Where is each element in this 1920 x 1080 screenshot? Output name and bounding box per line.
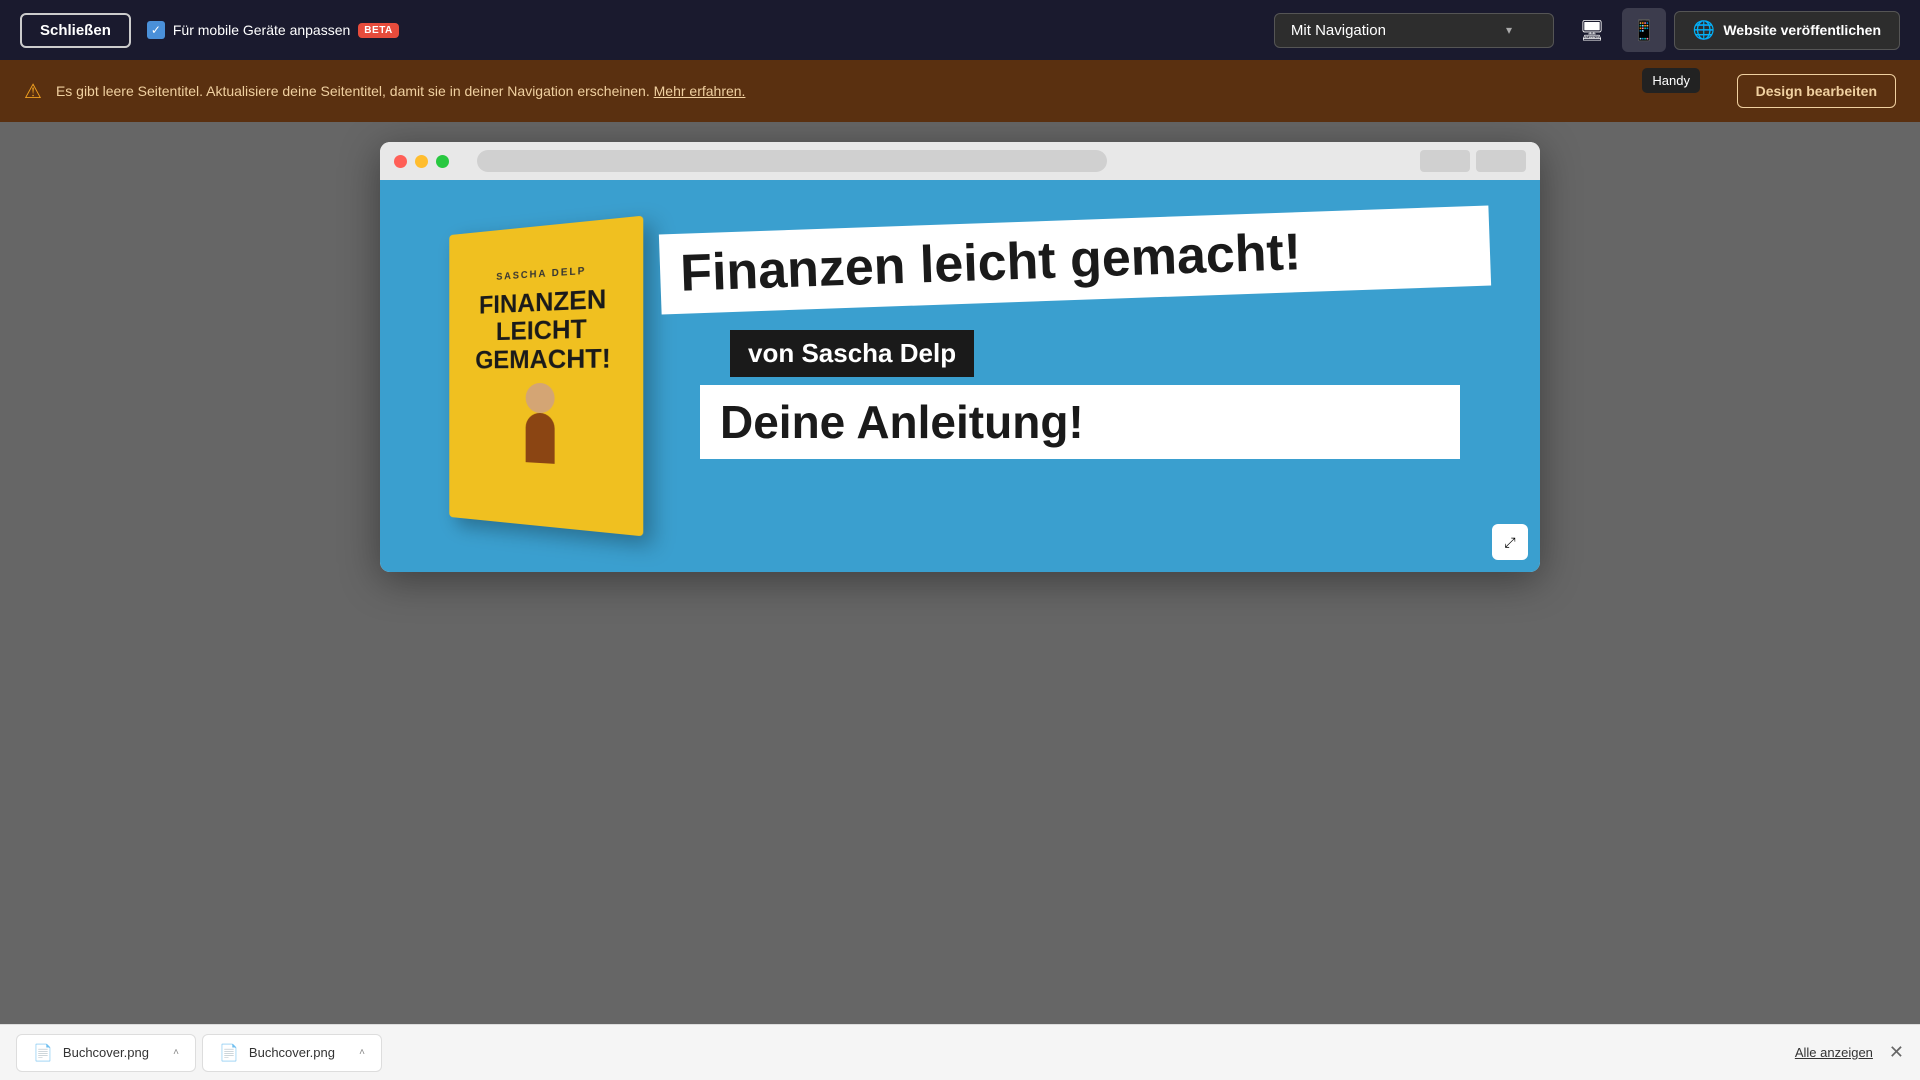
book-title-line1: FINANZEN — [479, 283, 606, 319]
mobile-toggle[interactable]: ✓ Für mobile Geräte anpassen BETA — [147, 21, 399, 39]
globe-icon: 🌐 — [1693, 20, 1715, 41]
website-content: SASCHA DELP FINANZEN LEICHT GEMACHT! Fin… — [380, 180, 1540, 572]
mobile-icon: 📱 — [1631, 18, 1656, 43]
file-icon-1: 📄 — [33, 1043, 53, 1063]
mobile-toggle-label: Für mobile Geräte anpassen — [173, 22, 350, 38]
book-cover-title: FINANZEN LEICHT GEMACHT! — [475, 283, 611, 373]
subtitle-banner: Deine Anleitung! — [700, 385, 1460, 459]
book-title-line3: GEMACHT! — [475, 342, 611, 374]
browser-titlebar — [380, 142, 1540, 180]
browser-buttons — [1420, 150, 1526, 172]
beta-badge: BETA — [358, 23, 398, 38]
downloads-bar: 📄 Buchcover.png ˄ 📄 Buchcover.png ˄ Alle… — [0, 1024, 1920, 1080]
publish-label: Website veröffentlichen — [1723, 22, 1881, 38]
figure-body — [526, 413, 555, 464]
browser-dot-green — [436, 155, 449, 168]
chevron-down-icon: ▾ — [1506, 23, 1512, 37]
download-filename-1: Buchcover.png — [63, 1045, 163, 1060]
download-item-2[interactable]: 📄 Buchcover.png ˄ — [202, 1034, 382, 1072]
book-title-line2: LEICHT — [496, 313, 587, 346]
browser-dot-yellow — [415, 155, 428, 168]
tooltip-handy: Handy — [1642, 68, 1700, 93]
title-banner-text: Finanzen leicht gemacht! — [679, 223, 1302, 303]
warning-link[interactable]: Mehr erfahren. — [654, 83, 746, 99]
desktop-view-button[interactable]: 🖥 — [1570, 8, 1614, 52]
show-all-button[interactable]: Alle anzeigen — [1795, 1045, 1873, 1060]
warning-message: Es gibt leere Seitentitel. Aktualisiere … — [56, 83, 650, 99]
browser-dot-red — [394, 155, 407, 168]
browser-btn-2 — [1476, 150, 1526, 172]
design-edit-button[interactable]: Design bearbeiten — [1737, 74, 1896, 108]
figure-head — [526, 383, 555, 413]
nav-dropdown[interactable]: Mit Navigation ▾ — [1274, 13, 1554, 48]
check-icon: ✓ — [151, 23, 161, 37]
text-overlays: Finanzen leicht gemacht! von Sascha Delp… — [680, 200, 1480, 552]
nav-dropdown-value: Mit Navigation — [1291, 22, 1386, 39]
download-chevron-1: ˄ — [173, 1047, 179, 1058]
expand-button[interactable]: ⤢ — [1492, 524, 1528, 560]
toolbar-right: 🖥 📱 🌐 Website veröffentlichen — [1570, 8, 1900, 52]
expand-icon: ⤢ — [1504, 534, 1515, 551]
desktop-icon: 🖥 — [1579, 18, 1604, 43]
mobile-view-button[interactable]: 📱 — [1622, 8, 1666, 52]
book-cover: SASCHA DELP FINANZEN LEICHT GEMACHT! — [449, 216, 643, 537]
close-downloads-button[interactable]: ✕ — [1889, 1042, 1904, 1063]
warning-banner: ⚠ Es gibt leere Seitentitel. Aktualisier… — [0, 60, 1920, 122]
author-banner-text: von Sascha Delp — [748, 338, 956, 368]
download-filename-2: Buchcover.png — [249, 1045, 349, 1060]
close-button[interactable]: Schließen — [20, 13, 131, 48]
file-icon-2: 📄 — [219, 1043, 239, 1063]
download-chevron-2: ˄ — [359, 1047, 365, 1058]
toolbar: Schließen ✓ Für mobile Geräte anpassen B… — [0, 0, 1920, 60]
subtitle-banner-text: Deine Anleitung! — [720, 396, 1084, 448]
author-banner: von Sascha Delp — [730, 330, 974, 377]
warning-icon: ⚠ — [24, 79, 42, 104]
browser-window: SASCHA DELP FINANZEN LEICHT GEMACHT! Fin… — [380, 142, 1540, 572]
mobile-checkbox[interactable]: ✓ — [147, 21, 165, 39]
publish-button[interactable]: 🌐 Website veröffentlichen — [1674, 11, 1900, 50]
main-area: SASCHA DELP FINANZEN LEICHT GEMACHT! Fin… — [0, 122, 1920, 1034]
close-icon: ✕ — [1889, 1042, 1904, 1062]
browser-urlbar — [477, 150, 1107, 172]
warning-text: Es gibt leere Seitentitel. Aktualisiere … — [56, 83, 1723, 99]
book-figure — [502, 383, 579, 486]
book-cover-author: SASCHA DELP — [496, 265, 586, 282]
browser-btn-1 — [1420, 150, 1470, 172]
title-banner: Finanzen leicht gemacht! — [659, 206, 1491, 315]
download-item-1[interactable]: 📄 Buchcover.png ˄ — [16, 1034, 196, 1072]
